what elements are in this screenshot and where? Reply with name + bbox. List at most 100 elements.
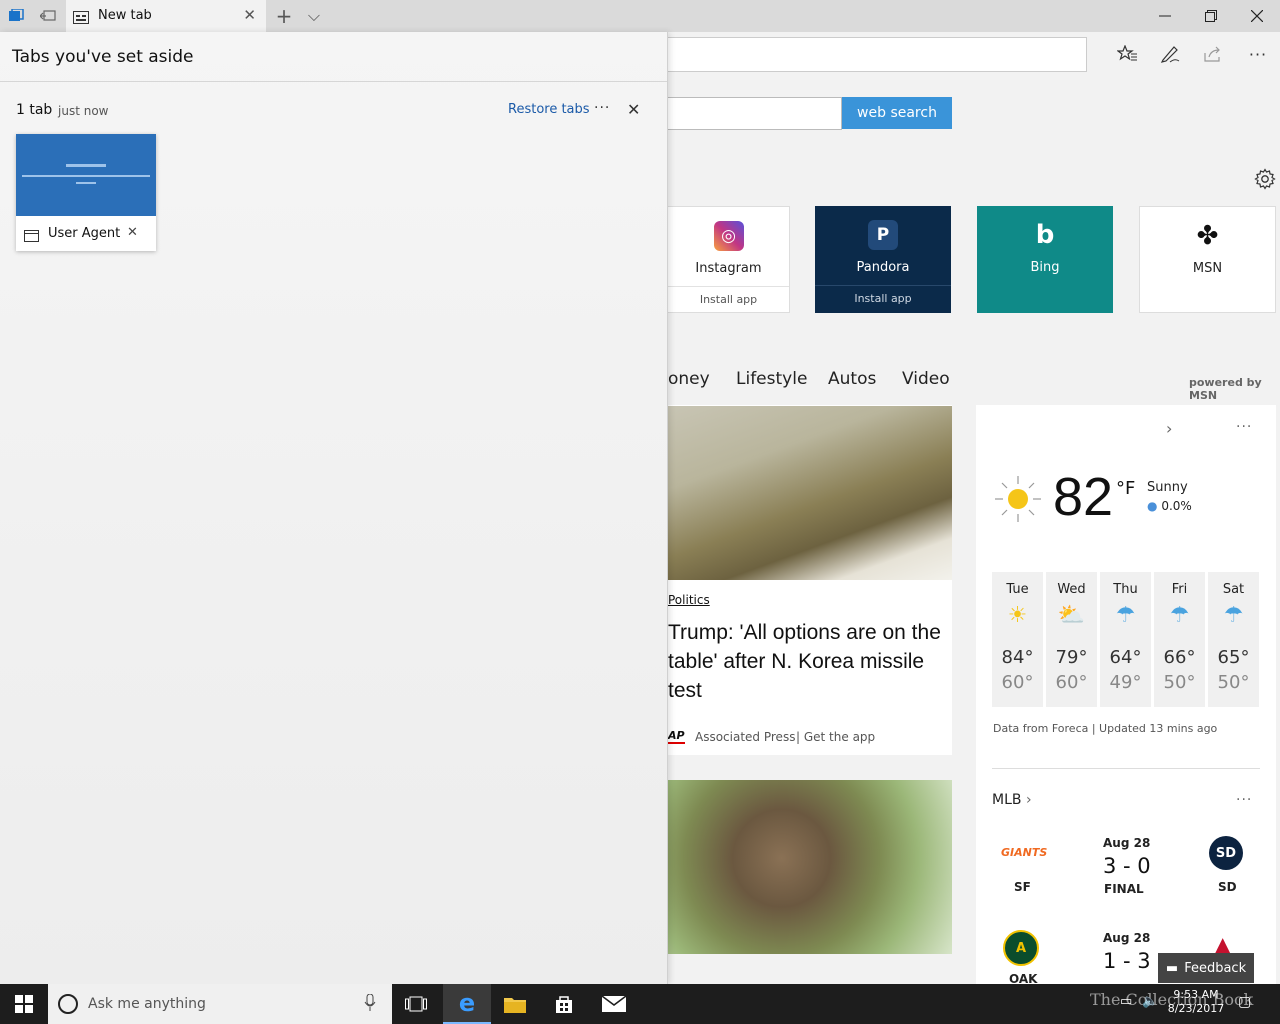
close-window-button[interactable] — [1234, 0, 1280, 32]
chevron-right-icon[interactable]: › — [1166, 419, 1172, 438]
forecast-day[interactable]: Sat ☂ 65° 50° — [1208, 572, 1259, 707]
forecast-day[interactable]: Fri ☂ 66° 50° — [1154, 572, 1205, 707]
raindrop-icon: ● — [1147, 499, 1158, 513]
sun-icon — [993, 474, 1043, 528]
gear-icon[interactable] — [1254, 168, 1276, 194]
forecast-lo: 60° — [1055, 672, 1088, 693]
search-input[interactable] — [668, 97, 842, 130]
ap-logo: AP — [668, 729, 685, 744]
news-image-2[interactable] — [668, 780, 952, 954]
nav-autos[interactable]: Autos — [828, 369, 876, 389]
web-search-button[interactable]: web search — [842, 97, 952, 129]
minimize-button[interactable] — [1142, 0, 1188, 32]
task-view-icon[interactable] — [392, 984, 440, 1024]
tile-install[interactable]: Install app — [668, 286, 789, 306]
forecast-day[interactable]: Thu ☂ 64° 49° — [1100, 572, 1151, 707]
mlb-title[interactable]: MLB › — [992, 792, 1032, 808]
away-team: SF — [1014, 880, 1031, 894]
set-aside-time: just now — [58, 104, 109, 118]
tile-bing[interactable]: b Bing — [977, 206, 1113, 313]
forecast-lo: 60° — [1001, 672, 1034, 693]
cortana-icon — [57, 993, 79, 1019]
powered-by-msn: powered by MSN — [1189, 376, 1262, 402]
tile-instagram[interactable]: ◎ Instagram Install app — [668, 206, 790, 313]
tile-install[interactable]: Install app — [815, 285, 951, 305]
forecast-day[interactable]: Wed ⛅ 79° 60° — [1046, 572, 1097, 707]
sun-icon: ☀ — [1007, 603, 1028, 628]
tab-page-icon — [73, 9, 89, 28]
home-team: SD — [1218, 880, 1237, 894]
news-image[interactable] — [668, 406, 952, 580]
tile-msn[interactable]: ✤ MSN — [1139, 206, 1276, 313]
set-aside-tabs-icon[interactable] — [32, 0, 64, 32]
news-source: Associated Press — [695, 730, 796, 744]
weather-source[interactable]: Data from Foreca | Updated 13 mins ago — [993, 722, 1217, 735]
forecast-lo: 50° — [1163, 672, 1196, 693]
more-icon[interactable]: ··· — [1241, 40, 1275, 68]
close-icon[interactable]: ✕ — [243, 6, 256, 24]
feedback-label: Feedback — [1184, 960, 1247, 976]
get-app-link[interactable]: | Get the app — [796, 730, 875, 744]
weather-unit: °F — [1116, 478, 1136, 499]
thumbnail-preview[interactable] — [16, 134, 156, 216]
windows-start-icon[interactable] — [0, 984, 48, 1024]
partly-cloudy-icon: ⛅ — [1057, 603, 1086, 628]
nav-money[interactable]: oney — [668, 369, 710, 389]
forecast-lo: 49° — [1109, 672, 1142, 693]
mlb-label: MLB — [992, 792, 1022, 808]
file-explorer-icon[interactable] — [491, 984, 539, 1024]
tile-pandora[interactable]: P Pandora Install app — [815, 206, 951, 313]
nav-lifestyle[interactable]: Lifestyle — [736, 369, 807, 389]
edge-icon[interactable]: e — [443, 984, 491, 1024]
tile-name: Bing — [1030, 260, 1060, 275]
forecast-day[interactable]: Tue ☀ 84° 60° — [992, 572, 1043, 707]
share-icon[interactable] — [1196, 40, 1230, 68]
cortana-placeholder: Ask me anything — [88, 996, 206, 1012]
instagram-icon: ◎ — [713, 221, 744, 251]
volume-icon[interactable]: 🔈 — [1142, 994, 1158, 1009]
tab-new-tab[interactable]: New tab ✕ — [66, 0, 266, 32]
divider — [0, 81, 667, 82]
rain-icon: ☂ — [1223, 603, 1244, 628]
forecast-lo: 50° — [1217, 672, 1250, 693]
notifications-icon[interactable]: ▢ — [1238, 994, 1251, 1010]
news-headline[interactable]: Trump: 'All options are on the table' af… — [668, 618, 948, 705]
web-note-icon[interactable] — [1153, 40, 1187, 68]
precip-value: 0.0% — [1161, 499, 1192, 513]
forecast-hi: 64° — [1109, 647, 1142, 668]
tabs-aside-icon[interactable] — [0, 0, 32, 32]
network-icon[interactable]: ▭ — [1120, 994, 1132, 1009]
panel-close-icon[interactable]: ✕ — [627, 100, 640, 119]
forecast-day-name: Sat — [1222, 582, 1245, 597]
mail-icon[interactable] — [590, 984, 638, 1024]
tab-list-button[interactable]: ⌵ — [298, 0, 330, 32]
clock[interactable]: 9:53 AM 8/23/2017 — [1166, 988, 1226, 1016]
news-category[interactable]: Politics — [668, 593, 710, 607]
restore-tabs-button[interactable]: Restore tabs — [508, 102, 590, 117]
thumbnail-close-icon[interactable]: ✕ — [127, 225, 138, 240]
new-tab-button[interactable]: + — [268, 0, 300, 32]
game-score[interactable]: 3 - 0 — [1103, 854, 1151, 878]
mlb-more-icon[interactable]: ··· — [1236, 792, 1252, 808]
address-bar[interactable] — [668, 37, 1087, 72]
favorites-icon[interactable] — [1110, 40, 1144, 68]
bing-icon: b — [1035, 220, 1055, 250]
restore-button[interactable] — [1188, 0, 1234, 32]
forecast-day-name: Thu — [1113, 582, 1138, 597]
tab-count: 1 tab — [16, 102, 53, 118]
feedback-button[interactable]: ▬ Feedback — [1158, 953, 1254, 983]
forecast-hi: 84° — [1001, 647, 1034, 668]
rain-icon: ☂ — [1115, 603, 1136, 628]
clock-date: 8/23/2017 — [1167, 1002, 1225, 1015]
store-icon[interactable] — [540, 984, 588, 1024]
weather-more-icon[interactable]: ··· — [1236, 419, 1252, 435]
nav-video[interactable]: Video — [902, 369, 950, 389]
panel-more-icon[interactable]: ··· — [594, 100, 610, 116]
weather-temp: 82 — [1053, 467, 1114, 527]
forecast-hi: 65° — [1217, 647, 1250, 668]
giants-logo-icon: GIANTS — [1001, 846, 1048, 859]
divider — [992, 768, 1260, 769]
game-score[interactable]: 1 - 3 — [1103, 949, 1151, 973]
microphone-icon[interactable] — [364, 993, 376, 1016]
thumbnail-title: User Agent — [48, 226, 121, 241]
